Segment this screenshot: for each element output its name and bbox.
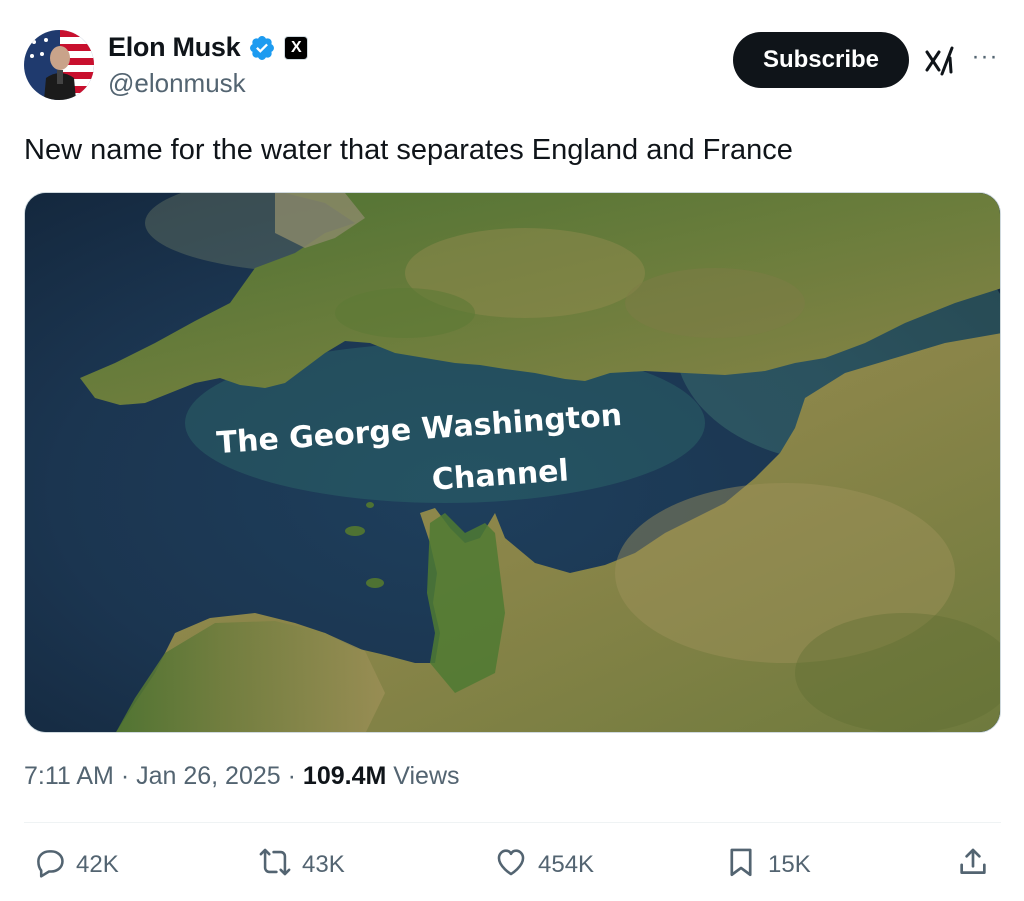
meta-separator: · <box>287 762 296 790</box>
author-handle[interactable]: @elonmusk <box>108 68 246 99</box>
share-button[interactable] <box>956 843 990 887</box>
more-options-icon[interactable]: ··· <box>968 40 1002 74</box>
divider <box>24 822 1001 823</box>
meta-separator: · <box>120 762 130 790</box>
like-button[interactable]: 454K <box>494 843 594 887</box>
bookmark-icon <box>724 845 758 886</box>
author-name-row: Elon Musk X <box>108 32 309 63</box>
reply-icon <box>32 845 66 886</box>
reply-count: 42K <box>76 851 119 878</box>
bookmark-count: 15K <box>768 851 811 878</box>
views-label: Views <box>393 762 460 790</box>
grok-icon[interactable] <box>924 44 958 78</box>
repost-icon <box>258 845 292 886</box>
x-logo-icon[interactable]: X <box>284 35 309 60</box>
share-icon <box>956 845 990 886</box>
repost-button[interactable]: 43K <box>258 843 345 887</box>
heart-icon <box>494 845 528 886</box>
subscribe-button[interactable]: Subscribe <box>733 32 909 88</box>
repost-count: 43K <box>302 851 345 878</box>
tweet-date[interactable]: Jan 26, 2025 <box>136 762 281 790</box>
author-display-name[interactable]: Elon Musk <box>108 32 241 63</box>
verified-badge-icon[interactable] <box>248 34 276 62</box>
avatar[interactable] <box>24 30 94 100</box>
like-count: 454K <box>538 851 595 878</box>
views-count: 109.4M <box>302 762 387 790</box>
tweet-meta: 7:11 AM · Jan 26, 2025 · 109.4M Views <box>24 762 460 791</box>
tweet-time[interactable]: 7:11 AM <box>24 762 114 790</box>
tweet-image[interactable]: The George Washington Channel <box>24 192 1001 733</box>
bookmark-button[interactable]: 15K <box>724 843 811 887</box>
tweet-text: New name for the water that separates En… <box>24 134 793 166</box>
reply-button[interactable]: 42K <box>32 843 119 887</box>
